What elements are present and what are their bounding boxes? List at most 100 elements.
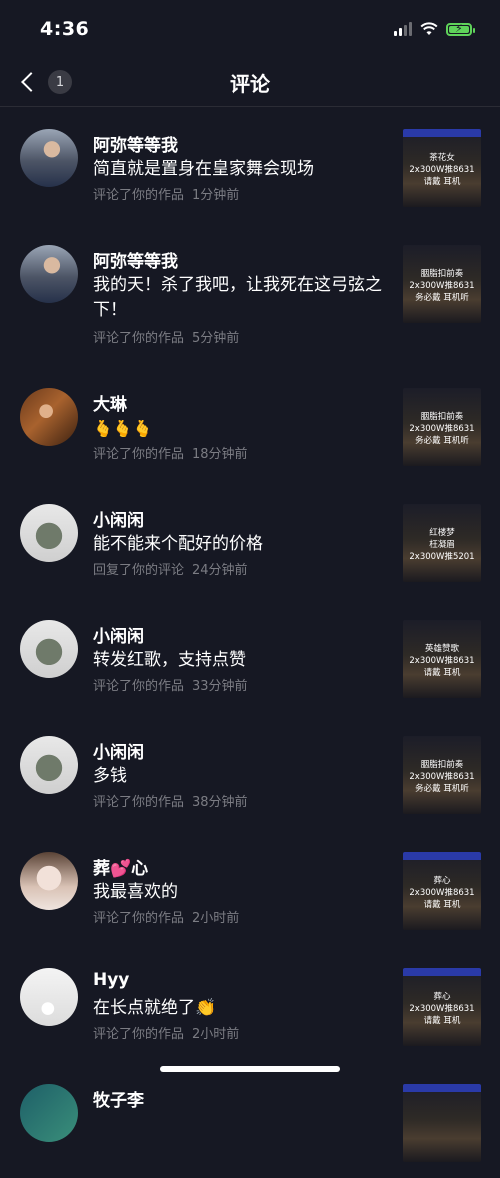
thumb-caption: 务必戴 耳机听: [415, 784, 469, 794]
video-thumbnail[interactable]: 茶花女 2x300W推8631 请戴 耳机: [403, 129, 481, 207]
username[interactable]: 小闲闲: [93, 738, 144, 763]
status-time: 4:36: [40, 18, 90, 40]
action-text: 评论了你的作品: [93, 679, 185, 694]
list-item[interactable]: Hyy 在长点就绝了👏 评论了你的作品 2小时前 葬心 2x300W推8631 请…: [0, 946, 500, 1062]
timestamp: 2小时前: [192, 911, 240, 926]
action-text: 评论了你的作品: [93, 188, 185, 203]
status-bar: 4:36 ⚡: [0, 0, 500, 58]
comment-text: 转发红歌，支持点赞: [93, 650, 246, 670]
thumb-caption: 枉凝眉: [429, 540, 455, 550]
username[interactable]: 牧子李: [93, 1086, 144, 1111]
thumb-caption: 2x300W推8631: [409, 424, 475, 434]
comment-meta: 评论了你的作品 38分钟前: [93, 791, 248, 810]
comment-list: 阿弥等等我 简直就是置身在皇家舞会现场 评论了你的作品 1分钟前 茶花女 2x30…: [0, 107, 500, 1178]
comment-meta: 回复了你的评论 24分钟前: [93, 559, 248, 578]
username[interactable]: 大琳: [93, 390, 127, 415]
comment-text: 能不能来个配好的价格: [93, 534, 263, 554]
comment-text: 在长点就绝了👏: [93, 998, 217, 1018]
username[interactable]: Hyy: [93, 970, 129, 990]
avatar[interactable]: [20, 852, 78, 910]
avatar[interactable]: [20, 736, 78, 794]
list-item[interactable]: 大琳 🫰🫰🫰 评论了你的作品 18分钟前 胭脂扣前奏 2x300W推8631 务必…: [0, 366, 500, 482]
thumb-caption: 2x300W推8631: [409, 656, 475, 666]
status-icons: ⚡: [394, 20, 475, 38]
thumb-caption: 2x300W推8631: [409, 1004, 475, 1014]
thumb-caption: 2x300W推8631: [409, 281, 475, 291]
list-item[interactable]: 牧子李: [0, 1062, 500, 1178]
thumb-caption: 2x300W推8631: [409, 165, 475, 175]
avatar[interactable]: [20, 129, 78, 187]
thumb-caption: 请戴 耳机: [423, 900, 461, 910]
comment-meta: 评论了你的作品 33分钟前: [93, 675, 248, 694]
timestamp: 5分钟前: [192, 331, 240, 346]
list-item[interactable]: 小闲闲 多钱 评论了你的作品 38分钟前 胭脂扣前奏 2x300W推8631 务必…: [0, 714, 500, 830]
thumb-caption: 葬心: [433, 992, 451, 1002]
timestamp: 1分钟前: [192, 188, 240, 203]
list-item[interactable]: 小闲闲 能不能来个配好的价格 回复了你的评论 24分钟前 红楼梦 枉凝眉 2x30…: [0, 482, 500, 598]
thumb-caption: 请戴 耳机: [423, 668, 461, 678]
thumb-caption: 茶花女: [429, 153, 455, 163]
action-text: 回复了你的评论: [93, 563, 185, 578]
home-indicator: [160, 1066, 340, 1072]
video-thumbnail[interactable]: [403, 1084, 481, 1162]
avatar[interactable]: [20, 504, 78, 562]
list-item[interactable]: 小闲闲 转发红歌，支持点赞 评论了你的作品 33分钟前 英雄赞歌 2x300W推8…: [0, 598, 500, 714]
thumb-caption: 红楼梦: [429, 528, 455, 538]
username[interactable]: 阿弥等等我: [93, 131, 178, 156]
page-title: 评论: [230, 72, 270, 96]
action-text: 评论了你的作品: [93, 795, 185, 810]
username[interactable]: 葬💕心: [93, 854, 148, 879]
thumb-caption: 务必戴 耳机听: [415, 293, 469, 303]
timestamp: 33分钟前: [192, 679, 248, 694]
video-thumbnail[interactable]: 胭脂扣前奏 2x300W推8631 务必戴 耳机听: [403, 245, 481, 323]
comment-text: 我最喜欢的: [93, 882, 178, 902]
thumb-caption: 胭脂扣前奏: [420, 760, 464, 770]
list-item[interactable]: 阿弥等等我 我的天！杀了我吧，让我死在这弓弦之下！ 评论了你的作品 5分钟前 胭脂…: [0, 223, 500, 346]
thumb-caption: 葬心: [433, 876, 451, 886]
avatar[interactable]: [20, 620, 78, 678]
battery-icon: ⚡: [446, 22, 475, 36]
list-item[interactable]: 阿弥等等我 简直就是置身在皇家舞会现场 评论了你的作品 1分钟前 茶花女 2x30…: [0, 107, 500, 223]
timestamp: 38分钟前: [192, 795, 248, 810]
avatar[interactable]: [20, 1084, 78, 1142]
avatar[interactable]: [20, 968, 78, 1026]
signal-icon: [394, 22, 412, 36]
nav-bar: 1 评论: [0, 58, 500, 107]
timestamp: 18分钟前: [192, 447, 248, 462]
comment-text: 🫰🫰🫰: [93, 419, 153, 438]
thumb-caption: 2x300W推5201: [409, 552, 475, 562]
comment-text: 简直就是置身在皇家舞会现场: [93, 159, 314, 179]
thumb-caption: 胭脂扣前奏: [420, 269, 464, 279]
video-thumbnail[interactable]: 胭脂扣前奏 2x300W推8631 务必戴 耳机听: [403, 388, 481, 466]
username[interactable]: 阿弥等等我: [93, 247, 178, 272]
comment-meta: 评论了你的作品 2小时前: [93, 907, 239, 926]
timestamp: 2小时前: [192, 1027, 240, 1042]
video-thumbnail[interactable]: 胭脂扣前奏 2x300W推8631 务必戴 耳机听: [403, 736, 481, 814]
action-text: 评论了你的作品: [93, 911, 185, 926]
comment-meta: 评论了你的作品 1分钟前: [93, 184, 239, 203]
thumb-caption: 2x300W推8631: [409, 888, 475, 898]
video-thumbnail[interactable]: 英雄赞歌 2x300W推8631 请戴 耳机: [403, 620, 481, 698]
comment-meta: 评论了你的作品 5分钟前: [93, 327, 239, 346]
comment-meta: 评论了你的作品 2小时前: [93, 1023, 239, 1042]
wifi-icon: [420, 22, 438, 35]
video-thumbnail[interactable]: 葬心 2x300W推8631 请戴 耳机: [403, 968, 481, 1046]
thumb-caption: 英雄赞歌: [424, 644, 459, 654]
thumb-caption: 务必戴 耳机听: [415, 436, 469, 446]
avatar[interactable]: [20, 388, 78, 446]
username[interactable]: 小闲闲: [93, 506, 144, 531]
timestamp: 24分钟前: [192, 563, 248, 578]
comment-text: 我的天！杀了我吧，让我死在这弓弦之下！: [93, 275, 382, 320]
thumb-caption: 2x300W推8631: [409, 772, 475, 782]
video-thumbnail[interactable]: 红楼梦 枉凝眉 2x300W推5201: [403, 504, 481, 582]
thumb-caption: 请戴 耳机: [423, 1016, 461, 1026]
video-thumbnail[interactable]: 葬心 2x300W推8631 请戴 耳机: [403, 852, 481, 930]
avatar[interactable]: [20, 245, 78, 303]
list-item[interactable]: 葬💕心 我最喜欢的 评论了你的作品 2小时前 葬心 2x300W推8631 请戴 …: [0, 830, 500, 946]
action-text: 评论了你的作品: [93, 331, 185, 346]
action-text: 评论了你的作品: [93, 447, 185, 462]
action-text: 评论了你的作品: [93, 1027, 185, 1042]
username[interactable]: 小闲闲: [93, 622, 144, 647]
comment-text: 多钱: [93, 766, 127, 786]
comment-meta: 评论了你的作品 18分钟前: [93, 443, 248, 462]
